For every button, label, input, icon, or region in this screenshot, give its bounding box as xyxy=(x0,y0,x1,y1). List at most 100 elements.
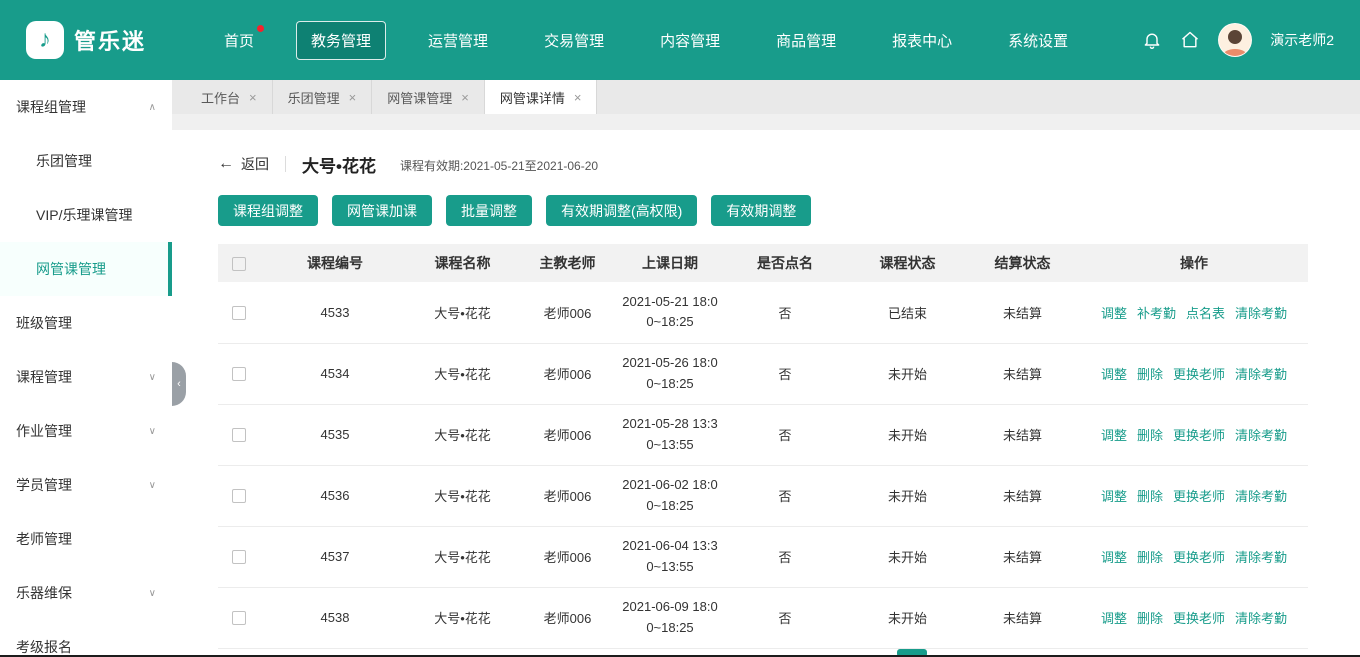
tab-2[interactable]: 网管课管理× xyxy=(372,80,485,114)
course-status-cell: 未开始 xyxy=(850,526,965,587)
teacher-cell: 老师006 xyxy=(515,282,620,343)
sidebar-item-3[interactable]: 网管课管理 xyxy=(0,242,172,296)
sidebar-item-label: 课程管理 xyxy=(16,367,72,387)
username[interactable]: 演示老师2 xyxy=(1270,30,1334,50)
sidebar-item-label: 考级报名 xyxy=(16,637,72,657)
app-logo[interactable]: ♪ 管乐迷 xyxy=(26,21,146,59)
row-checkbox[interactable] xyxy=(232,611,246,625)
operation-link[interactable]: 删除 xyxy=(1137,550,1163,565)
nav-item-6[interactable]: 报表中心 xyxy=(878,22,966,59)
nav-item-0[interactable]: 首页 xyxy=(210,22,268,59)
column-header-7: 操作 xyxy=(1080,244,1308,282)
operation-link[interactable]: 删除 xyxy=(1137,428,1163,443)
layout: 课程组管理∧ 乐团管理 VIP/乐理课管理网管课管理班级管理课程管理 ∨ 作业管理∨学员… xyxy=(0,80,1360,657)
teacher-cell: 老师006 xyxy=(515,526,620,587)
action-button-4[interactable]: 有效期调整 xyxy=(711,195,811,226)
bell-icon[interactable] xyxy=(1142,30,1162,50)
sidebar-item-label: 乐团管理 xyxy=(36,151,92,171)
rollcall-cell: 否 xyxy=(720,526,850,587)
operation-link[interactable]: 删除 xyxy=(1137,367,1163,382)
operation-link[interactable]: 调整 xyxy=(1101,489,1127,504)
tab-label: 网管课详情 xyxy=(500,88,565,107)
operation-link[interactable]: 调整 xyxy=(1101,306,1127,321)
sidebar-item-8[interactable]: 老师管理 xyxy=(0,512,172,566)
course-name-cell: 大号•花花 xyxy=(410,465,515,526)
action-button-3[interactable]: 有效期调整(高权限) xyxy=(546,195,697,226)
table-row: 4535大号•花花老师0062021-05-28 13:30~13:55否未开始… xyxy=(218,404,1308,465)
sidebar-item-7[interactable]: 学员管理∨ xyxy=(0,458,172,512)
detail-header: ← 返回 大号•花花 课程有效期:2021-05-21至2021-06-20 xyxy=(218,150,1308,178)
table-row: 4533大号•花花老师0062021-05-21 18:00~18:25否已结束… xyxy=(218,282,1308,343)
row-select-cell xyxy=(218,587,260,648)
sidebar-item-6[interactable]: 作业管理∨ xyxy=(0,404,172,458)
close-icon[interactable]: × xyxy=(461,91,469,104)
close-icon[interactable]: × xyxy=(249,91,257,104)
course-title: 大号•花花 xyxy=(302,152,376,177)
operation-link[interactable]: 删除 xyxy=(1137,611,1163,626)
operation-link[interactable]: 清除考勤 xyxy=(1235,306,1287,321)
column-header-2: 主教老师 xyxy=(515,244,620,282)
operation-link[interactable]: 清除考勤 xyxy=(1235,489,1287,504)
operation-link[interactable]: 更换老师 xyxy=(1173,367,1225,382)
operation-link[interactable]: 调整 xyxy=(1101,611,1127,626)
sidebar-item-1[interactable]: 乐团管理 xyxy=(0,134,172,188)
operation-link[interactable]: 调整 xyxy=(1101,550,1127,565)
row-checkbox[interactable] xyxy=(232,306,246,320)
nav-item-1[interactable]: 教务管理 xyxy=(296,21,386,60)
class-date-cell: 2021-06-02 18:00~18:25 xyxy=(620,465,720,526)
tab-3[interactable]: 网管课详情 × xyxy=(485,80,598,114)
nav-item-label: 首页 xyxy=(224,33,254,50)
class-date-cell: 2021-06-04 13:30~13:55 xyxy=(620,526,720,587)
nav-item-7[interactable]: 系统设置 xyxy=(994,22,1082,59)
action-button-2[interactable]: 批量调整 xyxy=(446,195,532,226)
row-checkbox[interactable] xyxy=(232,428,246,442)
sidebar-item-label: VIP/乐理课管理 xyxy=(36,205,132,225)
action-button-0[interactable]: 课程组调整 xyxy=(218,195,318,226)
tab-0[interactable]: 工作台 × xyxy=(186,80,273,114)
nav-item-4[interactable]: 内容管理 xyxy=(646,22,734,59)
select-all-checkbox[interactable] xyxy=(232,257,246,271)
user-avatar[interactable] xyxy=(1218,23,1252,57)
operation-link[interactable]: 更换老师 xyxy=(1173,611,1225,626)
nav-item-2[interactable]: 运营管理 xyxy=(414,22,502,59)
chevron-down-icon: ∨ xyxy=(149,372,156,383)
operation-link[interactable]: 删除 xyxy=(1137,489,1163,504)
sidebar-item-0[interactable]: 课程组管理∧ xyxy=(0,80,172,134)
row-checkbox[interactable] xyxy=(232,489,246,503)
operation-link[interactable]: 更换老师 xyxy=(1173,550,1225,565)
course-id-cell: 4534 xyxy=(260,343,410,404)
nav-item-3[interactable]: 交易管理 xyxy=(530,22,618,59)
operation-link[interactable]: 调整 xyxy=(1101,428,1127,443)
operation-link[interactable]: 点名表 xyxy=(1186,306,1225,321)
sidebar-item-2[interactable]: VIP/乐理课管理 xyxy=(0,188,172,242)
sidebar-item-label: 乐器维保 xyxy=(16,583,72,603)
row-checkbox[interactable] xyxy=(232,550,246,564)
operation-link[interactable]: 清除考勤 xyxy=(1235,611,1287,626)
operation-link[interactable]: 调整 xyxy=(1101,367,1127,382)
operation-link[interactable]: 更换老师 xyxy=(1173,489,1225,504)
operation-link[interactable]: 清除考勤 xyxy=(1235,550,1287,565)
row-checkbox[interactable] xyxy=(232,367,246,381)
back-button[interactable]: ← 返回 xyxy=(218,154,269,174)
tab-1[interactable]: 乐团管理× xyxy=(273,80,373,114)
sidebar-item-5[interactable]: 课程管理 ∨ xyxy=(0,350,172,404)
sidebar-item-4[interactable]: 班级管理 xyxy=(0,296,172,350)
operation-link[interactable]: 更换老师 xyxy=(1173,428,1225,443)
course-name-cell: 大号•花花 xyxy=(410,587,515,648)
sidebar-item-10[interactable]: 考级报名 xyxy=(0,620,172,657)
nav-item-5[interactable]: 商品管理 xyxy=(762,22,850,59)
operations-cell: 调整删除更换老师清除考勤 xyxy=(1080,465,1308,526)
tab-label: 工作台 xyxy=(201,88,240,107)
sidebar-item-label: 课程组管理 xyxy=(16,97,86,117)
header-right: 演示老师2 xyxy=(1142,23,1334,57)
operation-link[interactable]: 补考勤 xyxy=(1137,306,1176,321)
operation-link[interactable]: 清除考勤 xyxy=(1235,428,1287,443)
close-icon[interactable]: × xyxy=(574,91,582,104)
close-icon[interactable]: × xyxy=(349,91,357,104)
rollcall-cell: 否 xyxy=(720,587,850,648)
action-button-1[interactable]: 网管课加课 xyxy=(332,195,432,226)
sidebar-item-9[interactable]: 乐器维保∨ xyxy=(0,566,172,620)
column-header-6: 结算状态 xyxy=(965,244,1080,282)
operation-link[interactable]: 清除考勤 xyxy=(1235,367,1287,382)
home-icon[interactable] xyxy=(1180,30,1200,50)
